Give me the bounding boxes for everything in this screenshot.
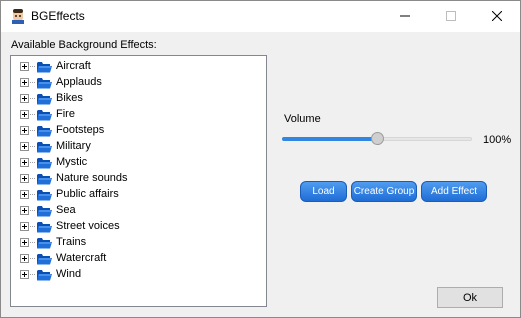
tree-item[interactable]: Bikes xyxy=(11,91,261,107)
tree-item-label: Street voices xyxy=(56,220,120,232)
volume-label: Volume xyxy=(284,113,321,125)
close-button[interactable] xyxy=(474,1,520,31)
folder-icon xyxy=(36,60,53,74)
expand-icon[interactable] xyxy=(20,222,29,231)
tree-item[interactable]: Fire xyxy=(11,107,261,123)
tree-connector xyxy=(30,162,35,163)
create-group-button[interactable]: Create Group xyxy=(351,181,417,202)
maximize-icon xyxy=(446,11,456,21)
expand-icon[interactable] xyxy=(20,238,29,247)
volume-value: 100% xyxy=(483,134,512,146)
load-button[interactable]: Load xyxy=(300,181,347,202)
expand-icon[interactable] xyxy=(20,62,29,71)
minimize-button[interactable] xyxy=(382,1,428,31)
tree-connector xyxy=(30,226,35,227)
slider-fill xyxy=(282,137,377,141)
tree-item[interactable]: Footsteps xyxy=(11,123,261,139)
expand-icon[interactable] xyxy=(20,190,29,199)
folder-icon xyxy=(36,204,53,218)
expand-icon[interactable] xyxy=(20,206,29,215)
tree-item-label: Bikes xyxy=(56,92,83,104)
tree-item[interactable]: Sea xyxy=(11,203,261,219)
tree-connector xyxy=(30,274,35,275)
expand-icon[interactable] xyxy=(20,78,29,87)
tree-item-label: Public affairs xyxy=(56,188,119,200)
tree-connector xyxy=(30,98,35,99)
tree-item[interactable]: Watercraft xyxy=(11,251,261,267)
tree-item[interactable]: Mystic xyxy=(11,155,261,171)
volume-slider[interactable] xyxy=(282,129,474,149)
folder-icon xyxy=(36,172,53,186)
tree-item-label: Footsteps xyxy=(56,124,105,136)
tree-item-label: Nature sounds xyxy=(56,172,128,184)
folder-icon xyxy=(36,156,53,170)
expand-icon[interactable] xyxy=(20,94,29,103)
folder-icon xyxy=(36,188,53,202)
tree-connector xyxy=(30,130,35,131)
tree-item[interactable]: Military xyxy=(11,139,261,155)
folder-icon xyxy=(36,220,53,234)
expand-icon[interactable] xyxy=(20,270,29,279)
tree-item-label: Sea xyxy=(56,204,76,216)
expand-icon[interactable] xyxy=(20,254,29,263)
tree-item[interactable]: Aircraft xyxy=(11,59,261,75)
folder-icon xyxy=(36,268,53,282)
tree-item-label: Watercraft xyxy=(56,252,107,264)
tree-connector xyxy=(30,178,35,179)
expand-icon[interactable] xyxy=(20,126,29,135)
title-bar[interactable]: BGEffects xyxy=(1,1,520,32)
minimize-icon xyxy=(400,15,410,17)
tree-connector xyxy=(30,146,35,147)
tree-item[interactable]: Public affairs xyxy=(11,187,261,203)
tree-item-label: Applauds xyxy=(56,76,102,88)
tree-item[interactable]: Wind xyxy=(11,267,261,283)
add-effect-button[interactable]: Add Effect xyxy=(421,181,487,202)
tree-item-label: Trains xyxy=(56,236,87,248)
app-icon xyxy=(10,8,26,24)
ok-button[interactable]: Ok xyxy=(437,287,503,308)
effects-tree[interactable]: Aircraft Applauds Bikes Fire Footsteps Milita… xyxy=(10,55,267,307)
expand-icon[interactable] xyxy=(20,110,29,119)
tree-connector xyxy=(30,210,35,211)
tree-connector xyxy=(30,242,35,243)
folder-icon xyxy=(36,76,53,90)
folder-icon xyxy=(36,140,53,154)
tree-item[interactable]: Nature sounds xyxy=(11,171,261,187)
available-effects-label: Available Background Effects: xyxy=(11,39,157,51)
tree-connector xyxy=(30,114,35,115)
tree-connector xyxy=(30,194,35,195)
bgeffects-window: BGEffects Available Background Effects: … xyxy=(0,0,521,318)
tree-item-label: Wind xyxy=(56,268,82,280)
maximize-button[interactable] xyxy=(428,1,474,31)
folder-icon xyxy=(36,124,53,138)
tree-connector xyxy=(30,66,35,67)
tree-item-label: Military xyxy=(56,140,91,152)
folder-icon xyxy=(36,92,53,106)
tree-connector xyxy=(30,258,35,259)
tree-connector xyxy=(30,82,35,83)
folder-icon xyxy=(36,252,53,266)
tree-item[interactable]: Applauds xyxy=(11,75,261,91)
slider-thumb[interactable] xyxy=(371,132,384,145)
expand-icon[interactable] xyxy=(20,158,29,167)
tree-item[interactable]: Street voices xyxy=(11,219,261,235)
tree-item-label: Mystic xyxy=(56,156,88,168)
window-title: BGEffects xyxy=(31,9,85,23)
tree-item-label: Fire xyxy=(56,108,75,120)
expand-icon[interactable] xyxy=(20,142,29,151)
folder-icon xyxy=(36,108,53,122)
close-icon xyxy=(492,11,502,21)
folder-icon xyxy=(36,236,53,250)
tree-item[interactable]: Trains xyxy=(11,235,261,251)
expand-icon[interactable] xyxy=(20,174,29,183)
tree-item-label: Aircraft xyxy=(56,60,91,72)
